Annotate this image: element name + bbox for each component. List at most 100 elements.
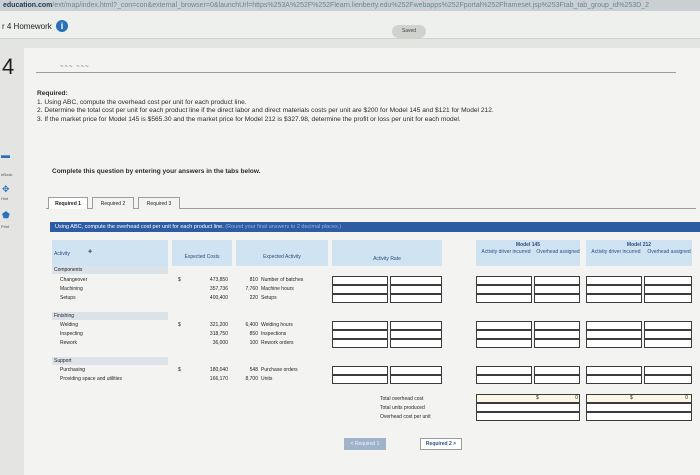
m145-overhead-input[interactable] [534, 375, 580, 384]
expected-qty: 850 [249, 331, 258, 337]
sidebar-item-hint[interactable]: Hint [1, 196, 8, 201]
print-icon[interactable]: ⬟ [2, 210, 10, 220]
m212-units-input[interactable] [586, 403, 692, 412]
header-model-212: Model 212 [626, 242, 652, 248]
m212-driver-input[interactable] [586, 294, 642, 303]
expected-cost: 166,170 [209, 376, 228, 382]
m145-driver-input[interactable] [476, 366, 532, 375]
m145-overhead-input[interactable] [534, 285, 580, 294]
m145-driver-input[interactable] [476, 375, 532, 384]
m212-overhead-input[interactable] [644, 294, 692, 303]
tab-required-1[interactable]: Required 1 [48, 197, 88, 209]
sidebar-item-ebook[interactable]: eBook [1, 172, 12, 177]
rate-unit-input[interactable] [390, 285, 442, 294]
tab-required-3[interactable]: Required 3 [138, 197, 180, 209]
m212-driver-input[interactable] [586, 330, 642, 339]
overhead-per-unit-label: Overhead cost per unit [380, 414, 431, 420]
rate-unit-input[interactable] [390, 321, 442, 330]
m145-driver-input[interactable] [476, 321, 532, 330]
m145-overhead-input[interactable] [534, 321, 580, 330]
m212-driver-input[interactable] [586, 375, 642, 384]
activity-unit: Setups [261, 295, 277, 301]
activity-rate-input[interactable] [332, 321, 388, 330]
rate-unit-input[interactable] [390, 294, 442, 303]
next-button[interactable]: Required 2 > [420, 438, 462, 450]
activity-rate-input[interactable] [332, 339, 388, 348]
header-activity-rate: Activity Rate [373, 256, 401, 262]
total-overhead-label: Total overhead cost [380, 396, 424, 402]
m212-per-unit-input[interactable] [586, 412, 692, 421]
m212-total-value: 0 [685, 395, 688, 401]
activity-unit: Machine hours [261, 286, 294, 292]
m145-overhead-input[interactable] [534, 330, 580, 339]
url-site: education.com [3, 2, 53, 9]
m212-driver-input[interactable] [586, 321, 642, 330]
m145-driver-input[interactable] [476, 285, 532, 294]
expected-qty: 548 [249, 367, 258, 373]
rate-unit-input[interactable] [390, 276, 442, 285]
expected-cost: 473,850 [209, 277, 228, 283]
m212-overhead-input[interactable] [644, 276, 692, 285]
m212-overhead-input[interactable] [644, 375, 692, 384]
expected-cost: 357,736 [209, 286, 228, 292]
dollar-sign: $ [630, 395, 633, 401]
expected-qty: 6,400 [245, 322, 258, 328]
sidebar-item-print[interactable]: Print [1, 224, 9, 229]
requirement-1: 1. Using ABC, compute the overhead cost … [37, 98, 247, 106]
m212-overhead-input[interactable] [644, 366, 692, 375]
rate-unit-input[interactable] [390, 375, 442, 384]
requirements-heading: Required: [37, 90, 68, 97]
rate-unit-input[interactable] [390, 366, 442, 375]
dollar-sign: $ [178, 322, 181, 328]
m145-driver-input[interactable] [476, 339, 532, 348]
book-icon[interactable]: ▬ [1, 150, 10, 160]
activity-rate-input[interactable] [332, 366, 388, 375]
m145-driver-input[interactable] [476, 276, 532, 285]
activity-rate-input[interactable] [332, 375, 388, 384]
m145-units-input[interactable] [476, 403, 580, 412]
activity-rate-input[interactable] [332, 285, 388, 294]
m145-driver-input[interactable] [476, 330, 532, 339]
header-212-driver: Activity driver incurred [591, 249, 641, 255]
total-units-label: Total units produced [380, 405, 425, 411]
previous-content: ~~~ ~~~ [60, 64, 90, 70]
activity-rate-input[interactable] [332, 330, 388, 339]
requirement-3: 3. If the market price for Model 145 is … [37, 115, 461, 123]
activity-rate-input[interactable] [332, 294, 388, 303]
header-145-driver: Activity driver incurred [481, 249, 531, 255]
m212-driver-input[interactable] [586, 339, 642, 348]
rate-unit-input[interactable] [390, 330, 442, 339]
expand-icon[interactable]: ✚ [88, 249, 92, 255]
activity-rate-input[interactable] [332, 276, 388, 285]
tab-required-2[interactable]: Required 2 [92, 197, 134, 209]
m145-overhead-input[interactable] [534, 276, 580, 285]
m145-overhead-input[interactable] [534, 294, 580, 303]
m145-overhead-input[interactable] [534, 339, 580, 348]
m212-overhead-input[interactable] [644, 321, 692, 330]
m212-overhead-input[interactable] [644, 339, 692, 348]
instruction: Complete this question by entering your … [52, 168, 261, 175]
expected-qty: 8,700 [245, 376, 258, 382]
m145-total-value: 0 [575, 395, 578, 401]
m212-overhead-input[interactable] [644, 285, 692, 294]
hint-icon[interactable]: ✥ [2, 184, 10, 194]
m212-driver-input[interactable] [586, 366, 642, 375]
m212-driver-input[interactable] [586, 285, 642, 294]
activity-label: Machining [60, 286, 83, 292]
m212-driver-input[interactable] [586, 276, 642, 285]
activity-label: Welding [60, 322, 78, 328]
expected-qty: 810 [249, 277, 258, 283]
m145-per-unit-input[interactable] [476, 412, 580, 421]
dollar-sign: $ [178, 367, 181, 373]
rate-unit-input[interactable] [390, 339, 442, 348]
url-path: /ext/map/index.html?_con=con&external_br… [52, 2, 650, 9]
m212-overhead-input[interactable] [644, 330, 692, 339]
info-icon[interactable]: i [56, 20, 68, 32]
prev-button[interactable]: < Required 1 [344, 438, 386, 450]
url-bar[interactable]: education.com/ext/map/index.html?_con=co… [0, 0, 700, 11]
expected-qty: 7,760 [245, 286, 258, 292]
divider [36, 72, 676, 73]
m145-driver-input[interactable] [476, 294, 532, 303]
m145-overhead-input[interactable] [534, 366, 580, 375]
question-number: 4 [2, 54, 15, 79]
